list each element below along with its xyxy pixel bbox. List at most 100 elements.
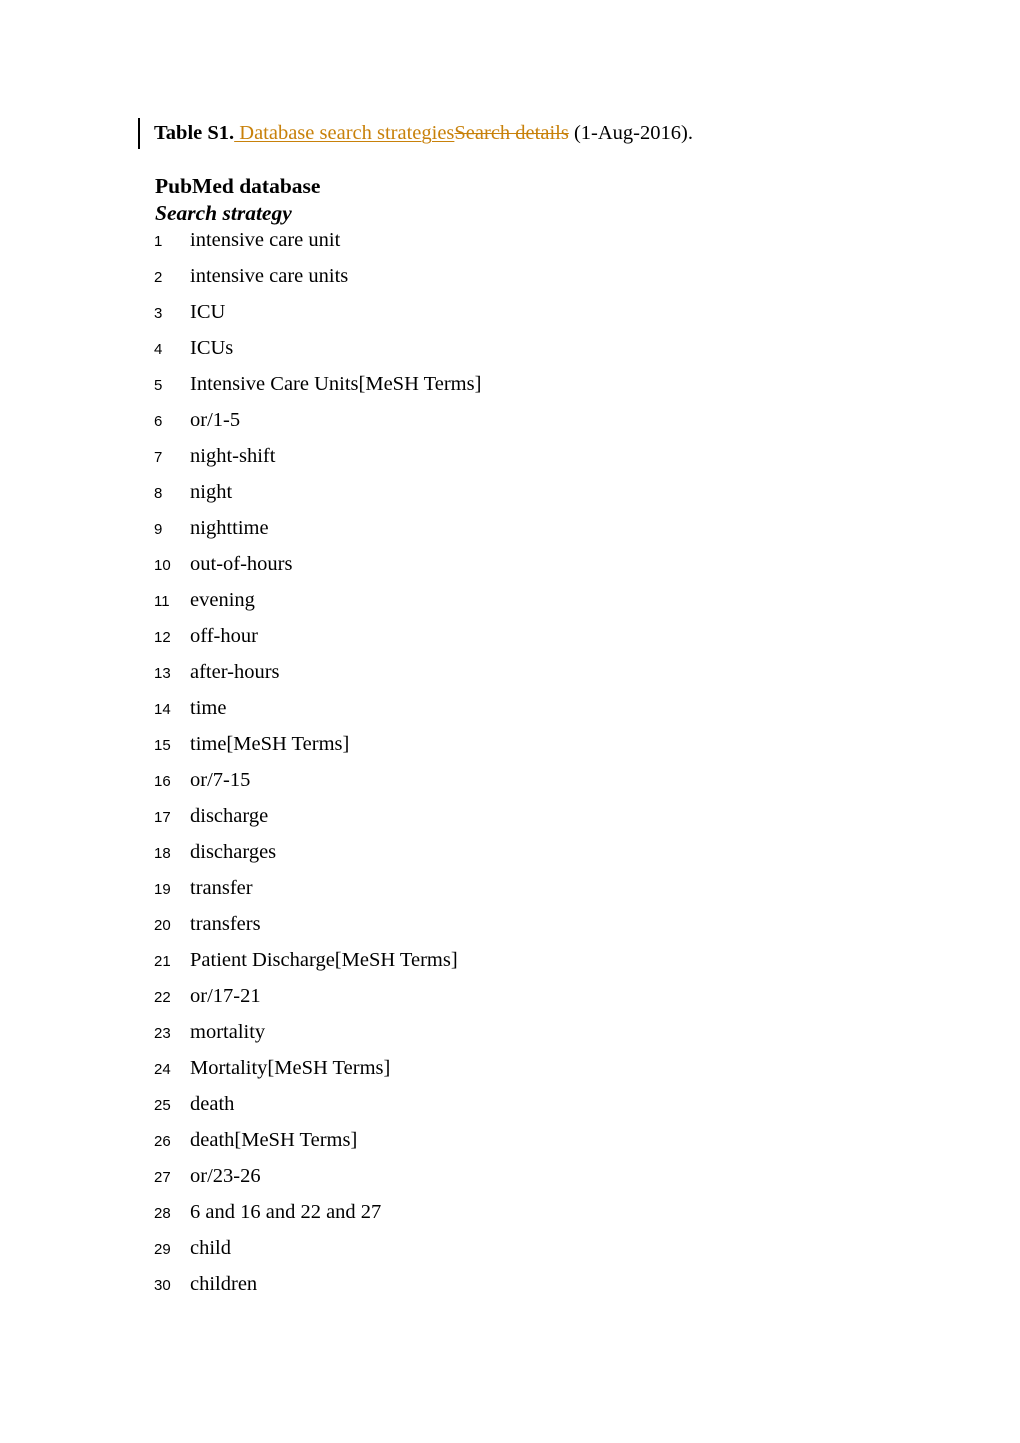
- search-line-term: time: [190, 697, 227, 719]
- heading-search-strategy: Search strategy: [155, 201, 292, 225]
- search-line-number: 20: [154, 917, 171, 934]
- search-line-row: 4 ICUs: [154, 336, 954, 372]
- search-line-number: 2: [154, 269, 163, 286]
- search-line-term: child: [190, 1237, 231, 1259]
- search-line-term: 6 and 16 and 22 and 27: [190, 1201, 382, 1223]
- search-line-number: 4: [154, 341, 163, 358]
- search-line-number: 14: [154, 701, 171, 718]
- search-line-term: Intensive Care Units[MeSH Terms]: [190, 373, 482, 395]
- search-line-term: mortality: [190, 1021, 266, 1043]
- search-line-term: or/7-15: [190, 769, 251, 791]
- document-page: Table S1. Database search strategiesSear…: [0, 0, 1020, 1443]
- search-line-number: 15: [154, 737, 171, 754]
- revision-change-bar: [138, 118, 140, 149]
- search-line-term: after-hours: [190, 661, 280, 683]
- table-caption-label: Table S1.: [154, 122, 235, 144]
- search-line-row: 6 or/1-5: [154, 408, 954, 444]
- search-line-term: or/1-5: [190, 409, 241, 431]
- search-strategy-list: 1 intensive care unit 2 intensive care unit…: [154, 228, 954, 1308]
- search-line-row: 8 night: [154, 480, 954, 516]
- search-line-row: 11 evening: [154, 588, 954, 624]
- search-line-number: 12: [154, 629, 171, 646]
- search-line-row: 30 children: [154, 1272, 954, 1308]
- search-line-row: 12 off-hour: [154, 624, 954, 660]
- search-line-term: ICUs: [190, 337, 234, 359]
- search-line-number: 27: [154, 1169, 171, 1186]
- search-line-row: 3 ICU: [154, 300, 954, 336]
- search-line-term: death: [190, 1093, 235, 1115]
- search-line-term: discharges: [190, 841, 277, 863]
- search-line-term: evening: [190, 589, 255, 611]
- search-line-term: children: [190, 1273, 258, 1295]
- search-line-number: 17: [154, 809, 171, 826]
- tracked-insertion-text: Database search strategies: [234, 122, 455, 144]
- search-line-row: 2 intensive care units: [154, 264, 954, 300]
- search-line-number: 26: [154, 1133, 171, 1150]
- search-line-term: time[MeSH Terms]: [190, 733, 350, 755]
- search-line-number: 18: [154, 845, 171, 862]
- search-line-term: nighttime: [190, 517, 269, 539]
- search-line-row: 21 Patient Discharge[MeSH Terms]: [154, 948, 954, 984]
- search-line-number: 29: [154, 1241, 171, 1258]
- search-line-number: 13: [154, 665, 171, 682]
- search-line-term: night-shift: [190, 445, 276, 467]
- search-line-number: 10: [154, 557, 171, 574]
- search-line-row: 27 or/23-26: [154, 1164, 954, 1200]
- search-line-number: 24: [154, 1061, 171, 1078]
- search-line-number: 8: [154, 485, 163, 502]
- search-line-row: 5 Intensive Care Units[MeSH Terms]: [154, 372, 954, 408]
- search-line-number: 22: [154, 989, 171, 1006]
- table-caption-date: (1-Aug-2016).: [568, 122, 693, 144]
- search-line-term: intensive care units: [190, 265, 349, 287]
- search-line-number: 28: [154, 1205, 171, 1222]
- search-line-term: death[MeSH Terms]: [190, 1129, 358, 1151]
- search-line-row: 14 time: [154, 696, 954, 732]
- search-line-term: transfers: [190, 913, 261, 935]
- search-line-row: 26 death[MeSH Terms]: [154, 1128, 954, 1164]
- search-line-number: 11: [154, 593, 170, 610]
- search-line-number: 23: [154, 1025, 171, 1042]
- search-line-term: off-hour: [190, 625, 258, 647]
- tracked-deletion-text: Search details: [454, 122, 569, 144]
- search-line-number: 7: [154, 449, 163, 466]
- search-line-row: 23 mortality: [154, 1020, 954, 1056]
- search-line-row: 28 6 and 16 and 22 and 27: [154, 1200, 954, 1236]
- search-line-term: Patient Discharge[MeSH Terms]: [190, 949, 458, 971]
- search-line-term: ICU: [190, 301, 226, 323]
- search-line-number: 21: [154, 953, 171, 970]
- search-line-term: or/17-21: [190, 985, 261, 1007]
- search-line-number: 30: [154, 1277, 171, 1294]
- table-caption: Table S1. Database search strategiesSear…: [154, 118, 954, 148]
- search-line-row: 17 discharge: [154, 804, 954, 840]
- search-line-number: 6: [154, 413, 163, 430]
- search-line-number: 9: [154, 521, 163, 538]
- search-line-number: 3: [154, 305, 163, 322]
- search-line-row: 16 or/7-15: [154, 768, 954, 804]
- search-line-row: 18 discharges: [154, 840, 954, 876]
- search-line-row: 24 Mortality[MeSH Terms]: [154, 1056, 954, 1092]
- search-line-term: transfer: [190, 877, 253, 899]
- heading-database: PubMed database: [155, 174, 321, 198]
- search-line-number: 16: [154, 773, 171, 790]
- search-line-row: 10 out-of-hours: [154, 552, 954, 588]
- search-line-term: intensive care unit: [190, 229, 341, 251]
- search-line-row: 7 night-shift: [154, 444, 954, 480]
- search-line-row: 9 nighttime: [154, 516, 954, 552]
- search-line-number: 1: [154, 233, 163, 250]
- search-line-term: or/23-26: [190, 1165, 261, 1187]
- search-line-row: 19 transfer: [154, 876, 954, 912]
- search-line-number: 25: [154, 1097, 171, 1114]
- search-line-number: 19: [154, 881, 171, 898]
- search-line-term: night: [190, 481, 233, 503]
- search-line-term: out-of-hours: [190, 553, 293, 575]
- search-line-term: Mortality[MeSH Terms]: [190, 1057, 391, 1079]
- search-line-row: 25 death: [154, 1092, 954, 1128]
- search-line-row: 29 child: [154, 1236, 954, 1272]
- search-line-row: 15 time[MeSH Terms]: [154, 732, 954, 768]
- search-line-term: discharge: [190, 805, 269, 827]
- search-line-number: 5: [154, 377, 163, 394]
- search-line-row: 22 or/17-21: [154, 984, 954, 1020]
- search-line-row: 1 intensive care unit: [154, 228, 954, 264]
- search-line-row: 20 transfers: [154, 912, 954, 948]
- search-line-row: 13 after-hours: [154, 660, 954, 696]
